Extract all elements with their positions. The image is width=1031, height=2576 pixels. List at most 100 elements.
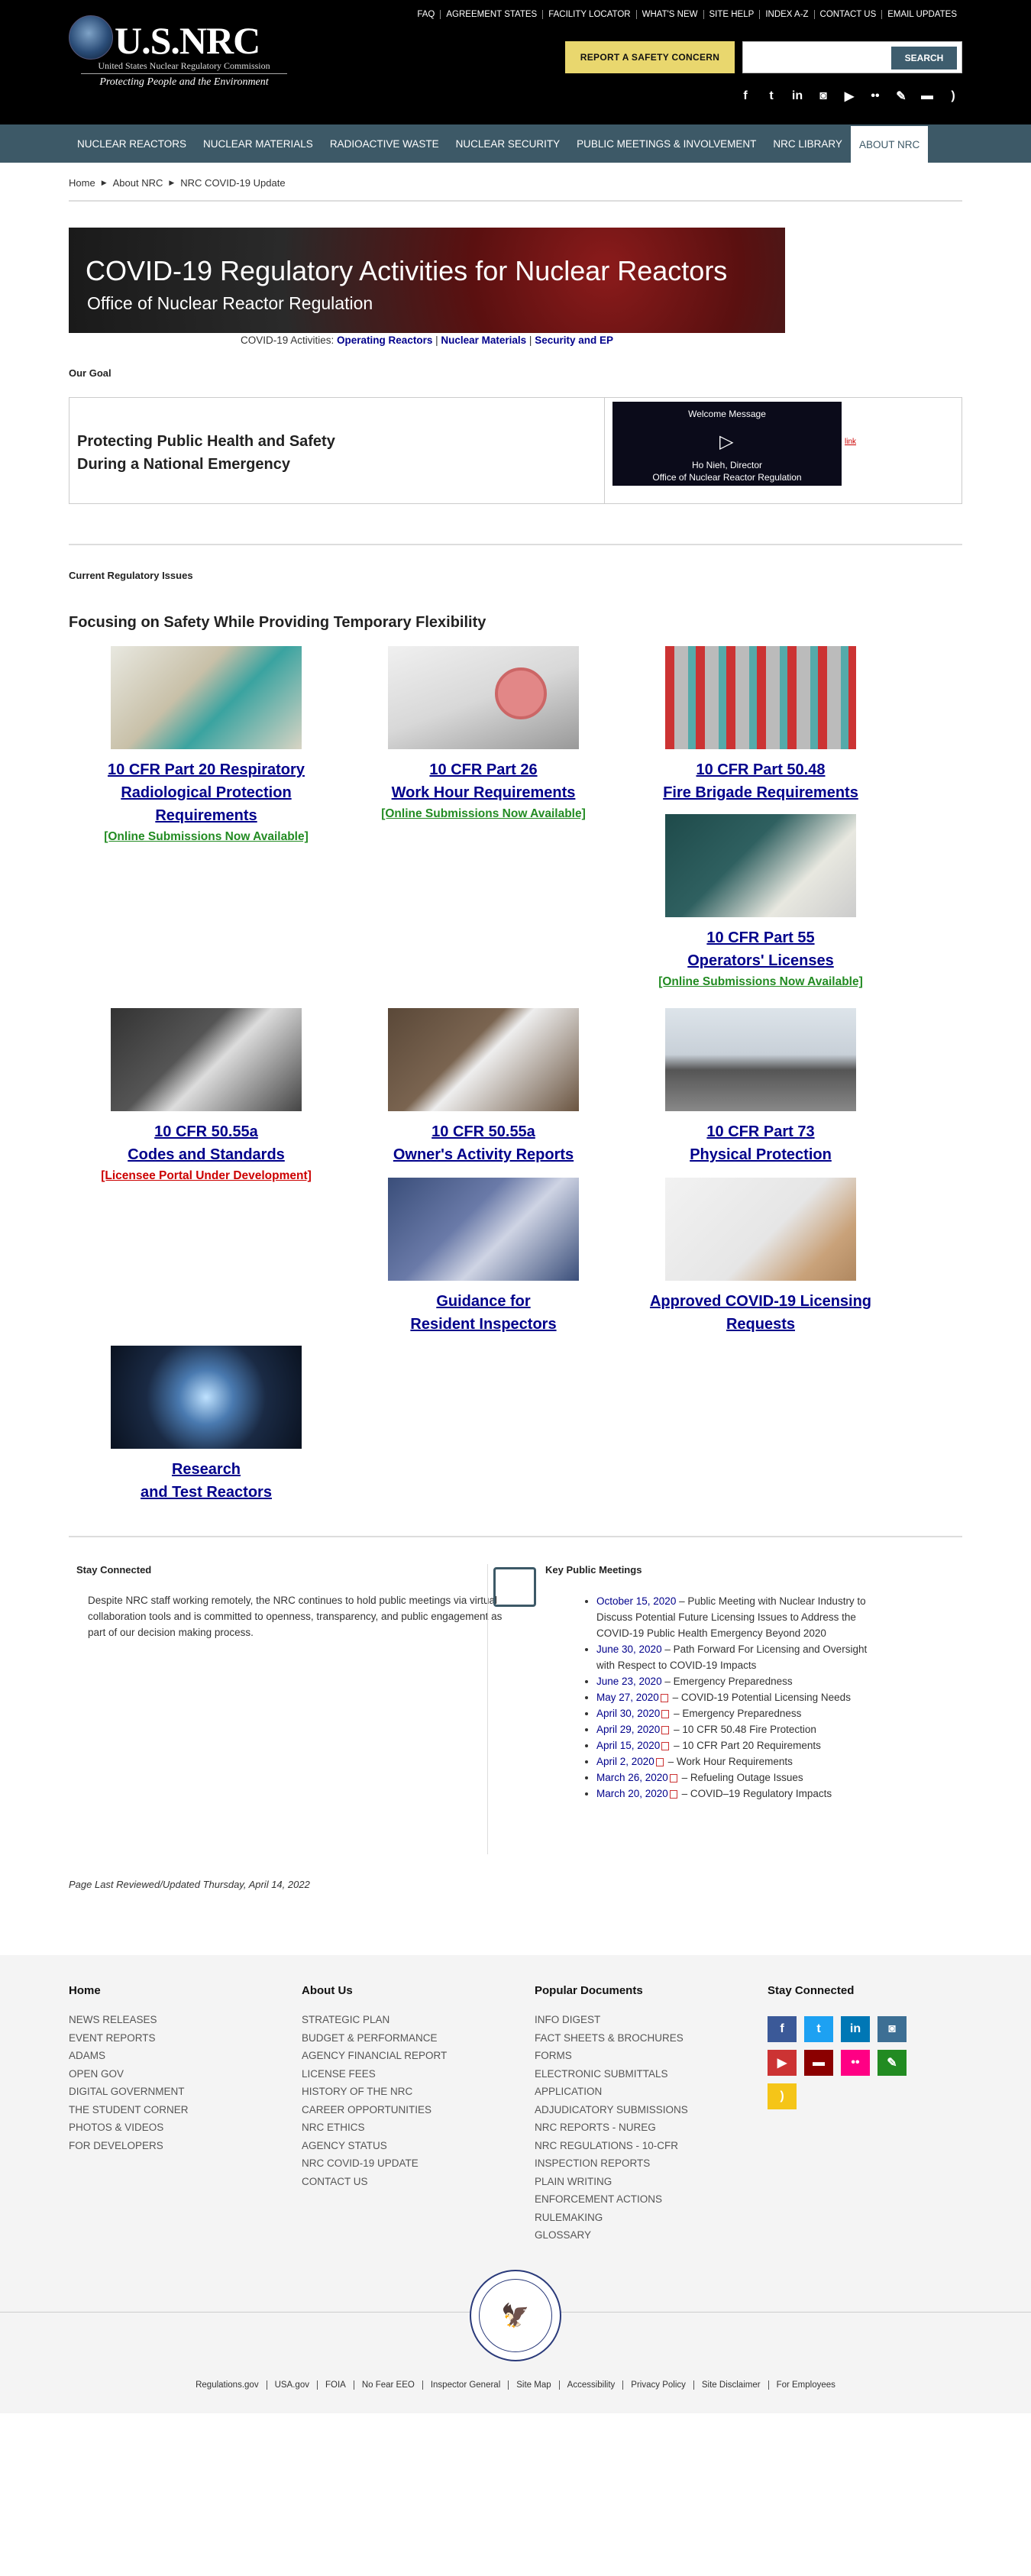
footer-link[interactable]: Contact Us (302, 2173, 516, 2191)
nav-nuclear-materials[interactable]: Nuclear Materials (195, 124, 322, 163)
footer-link[interactable]: Application (535, 2083, 748, 2101)
footer-heading[interactable]: Popular Documents (535, 1984, 748, 1997)
footer-link[interactable]: Glossary (535, 2226, 748, 2245)
bottom-link[interactable]: Accessibility (558, 2380, 623, 2390)
meeting-link[interactable]: March 26, 2020 (596, 1772, 668, 1783)
footer-link[interactable]: News Releases (69, 2011, 283, 2029)
nav-nuclear-security[interactable]: Nuclear Security (448, 124, 569, 163)
card-title[interactable]: 10 CFR 50.55a Owner's Activity Reports (369, 1120, 598, 1166)
nav-radioactive-waste[interactable]: Radioactive Waste (322, 124, 448, 163)
instagram-icon[interactable]: ◙ (877, 2016, 907, 2042)
link-security-ep[interactable]: Security and EP (535, 335, 613, 346)
bottom-link[interactable]: USA.gov (266, 2380, 317, 2390)
top-link-email-updates[interactable]: Email Updates (881, 10, 962, 19)
card-part55[interactable]: 10 CFR Part 55 Operators' Licenses [Onlin… (646, 814, 875, 989)
card-approved-licensing[interactable]: Approved COVID-19 Licensing Requests (646, 1178, 875, 1336)
meeting-link[interactable]: June 30, 2020 (596, 1644, 662, 1655)
footer-link[interactable]: History of the NRC (302, 2083, 516, 2101)
footer-link[interactable]: Agency Financial Report (302, 2047, 516, 2065)
footer-link[interactable]: Digital Government (69, 2083, 283, 2101)
linkedin-icon[interactable]: in (790, 89, 805, 104)
flickr-icon[interactable]: •• (868, 89, 883, 104)
youtube-icon[interactable]: ▶ (768, 2050, 797, 2076)
footer-heading[interactable]: About Us (302, 1984, 516, 1997)
linkedin-icon[interactable]: in (841, 2016, 870, 2042)
rss-icon[interactable]: ) (768, 2083, 797, 2109)
footer-link[interactable]: Adjudicatory Submissions (535, 2101, 748, 2119)
breadcrumb-home[interactable]: Home (69, 177, 95, 189)
top-link-faq[interactable]: FAQ (412, 10, 440, 19)
card-part20[interactable]: 10 CFR Part 20 Respiratory Radiological P… (92, 646, 321, 844)
card-title[interactable]: Approved COVID-19 Licensing Requests (646, 1290, 875, 1336)
link-operating-reactors[interactable]: Operating Reactors (337, 335, 432, 346)
footer-link[interactable]: ADAMS (69, 2047, 283, 2065)
bottom-link[interactable]: Regulations.gov (188, 2380, 266, 2390)
rss-icon[interactable]: ) (945, 89, 961, 104)
footer-link[interactable]: Enforcement Actions (535, 2190, 748, 2209)
bottom-link[interactable]: For Employees (768, 2380, 843, 2390)
bottom-link[interactable]: Inspector General (422, 2380, 508, 2390)
card-title[interactable]: Guidance for Resident Inspectors (369, 1290, 598, 1336)
card-title[interactable]: 10 CFR 50.55a Codes and Standards (92, 1120, 321, 1166)
top-link-facility-locator[interactable]: Facility Locator (542, 10, 635, 19)
nav-nrc-library[interactable]: NRC Library (764, 124, 851, 163)
blog-icon[interactable]: ✎ (894, 89, 909, 104)
card-title[interactable]: Research and Test Reactors (92, 1458, 321, 1504)
comment-icon[interactable]: ▬ (804, 2050, 833, 2076)
search-button[interactable]: SEARCH (891, 47, 957, 69)
status-badge[interactable]: [Licensee Portal Under Development] (92, 1169, 321, 1183)
footer-link[interactable]: For Developers (69, 2137, 283, 2155)
top-link-site-help[interactable]: Site Help (703, 10, 760, 19)
status-badge[interactable]: [Online Submissions Now Available] (369, 807, 598, 821)
nav-nuclear-reactors[interactable]: Nuclear Reactors (69, 124, 195, 163)
meeting-link[interactable]: April 2, 2020 (596, 1756, 654, 1767)
breadcrumb-about[interactable]: About NRC (113, 177, 163, 189)
facebook-icon[interactable]: f (738, 89, 753, 104)
search-input[interactable]: SEARCH (742, 41, 962, 73)
footer-link[interactable]: Career Opportunities (302, 2101, 516, 2119)
top-link-whats-new[interactable]: What's New (635, 10, 703, 19)
footer-link[interactable]: NRC COVID-19 Update (302, 2154, 516, 2173)
card-title[interactable]: 10 CFR Part 55 Operators' Licenses (646, 926, 875, 972)
footer-link[interactable]: Event Reports (69, 2029, 283, 2048)
top-link-contact[interactable]: Contact Us (813, 10, 882, 19)
footer-heading[interactable]: Home (69, 1984, 283, 1997)
footer-link[interactable]: Rulemaking (535, 2209, 748, 2227)
card-resident-inspectors[interactable]: Guidance for Resident Inspectors (369, 1178, 598, 1336)
card-title[interactable]: 10 CFR Part 26 Work Hour Requirements (369, 758, 598, 804)
bottom-link[interactable]: Site Disclaimer (693, 2380, 768, 2390)
status-badge[interactable]: [Online Submissions Now Available] (92, 830, 321, 844)
footer-link[interactable]: Forms (535, 2047, 748, 2065)
comment-icon[interactable]: ▬ (919, 89, 935, 104)
footer-link[interactable]: Open Gov (69, 2065, 283, 2083)
report-safety-concern-button[interactable]: REPORT A SAFETY CONCERN (565, 41, 735, 73)
card-5055a-codes[interactable]: 10 CFR 50.55a Codes and Standards [Licens… (92, 1008, 321, 1183)
bottom-link[interactable]: Privacy Policy (622, 2380, 693, 2390)
footer-link[interactable]: Electronic Submittals (535, 2065, 748, 2083)
instagram-icon[interactable]: ◙ (816, 89, 831, 104)
card-research-reactors[interactable]: Research and Test Reactors (92, 1346, 321, 1504)
bottom-link[interactable]: No Fear EEO (353, 2380, 422, 2390)
flickr-icon[interactable]: •• (841, 2050, 870, 2076)
footer-link[interactable]: NRC Reports - NUREG (535, 2119, 748, 2137)
footer-link[interactable]: NRC Ethics (302, 2119, 516, 2137)
footer-link[interactable]: NRC Regulations - 10-CFR (535, 2137, 748, 2155)
twitter-icon[interactable]: t (764, 89, 779, 104)
card-part26[interactable]: 10 CFR Part 26 Work Hour Requirements [On… (369, 646, 598, 821)
footer-link[interactable]: The Student Corner (69, 2101, 283, 2119)
video-link[interactable]: link (845, 438, 856, 446)
bottom-link[interactable]: FOIA (316, 2380, 354, 2390)
footer-link[interactable]: Photos & Videos (69, 2119, 283, 2137)
footer-link[interactable]: License Fees (302, 2065, 516, 2083)
status-badge[interactable]: [Online Submissions Now Available] (646, 975, 875, 989)
bottom-link[interactable]: Site Map (508, 2380, 558, 2390)
footer-link[interactable]: Strategic Plan (302, 2011, 516, 2029)
card-5055a-owner[interactable]: 10 CFR 50.55a Owner's Activity Reports (369, 1008, 598, 1166)
blog-icon[interactable]: ✎ (877, 2050, 907, 2076)
meeting-link[interactable]: June 23, 2020 (596, 1676, 662, 1687)
footer-link[interactable]: Info Digest (535, 2011, 748, 2029)
meeting-link[interactable]: April 30, 2020 (596, 1708, 660, 1719)
card-title[interactable]: 10 CFR Part 50.48 Fire Brigade Requiremen… (646, 758, 875, 804)
nrc-logo[interactable]: U.S.NRC United States Nuclear Regulatory… (69, 12, 287, 96)
meeting-link[interactable]: October 15, 2020 (596, 1595, 676, 1607)
